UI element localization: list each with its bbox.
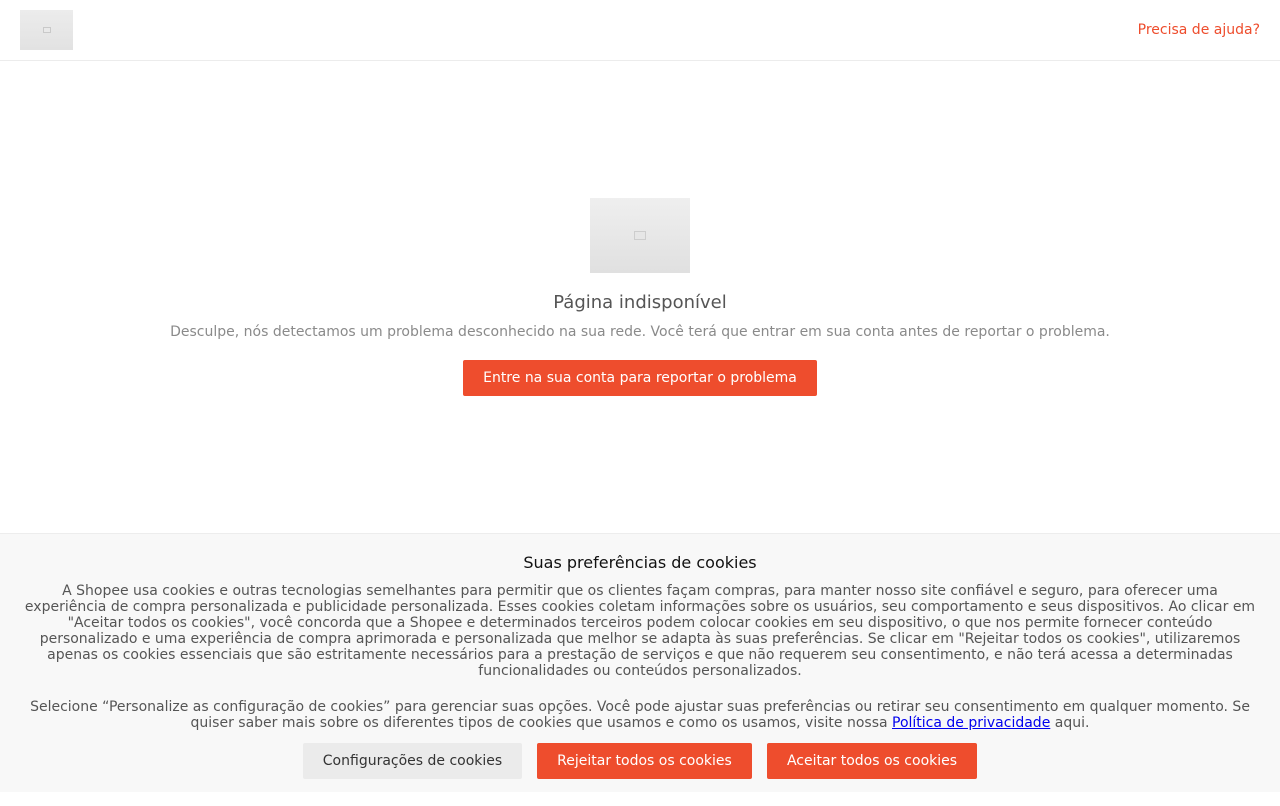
broken-image-icon [634, 231, 646, 240]
cookie-banner-title: Suas preferências de cookies [523, 553, 757, 572]
cookie-settings-button[interactable]: Configurações de cookies [303, 743, 522, 779]
cookie-button-row: Configurações de cookies Rejeitar todos … [0, 743, 1280, 779]
main-content: Página indisponível Desculpe, nós detect… [0, 61, 1280, 533]
cookie-banner-text: A Shopee usa cookies e outras tecnologia… [20, 583, 1260, 731]
broken-image-icon [42, 27, 51, 33]
page-title: Página indisponível [553, 292, 727, 313]
top-header: Precisa de ajuda? [0, 0, 1280, 61]
cookie-paragraph-1: A Shopee usa cookies e outras tecnologia… [24, 583, 1256, 679]
accept-all-cookies-button[interactable]: Aceitar todos os cookies [767, 743, 977, 779]
error-description: Desculpe, nós detectamos um problema des… [170, 324, 1110, 340]
error-illustration [590, 198, 690, 273]
reject-all-cookies-button[interactable]: Rejeitar todos os cookies [537, 743, 752, 779]
shopee-logo[interactable] [20, 10, 73, 50]
privacy-policy-link[interactable]: Política de privacidade [892, 715, 1050, 731]
cookie-banner: Suas preferências de cookies A Shopee us… [0, 533, 1280, 792]
help-link[interactable]: Precisa de ajuda? [1138, 21, 1260, 39]
cookie-paragraph-2: Selecione “Personalize as configuração d… [20, 699, 1260, 731]
cookie-paragraph-2-end: aqui. [1050, 715, 1090, 731]
login-to-report-button[interactable]: Entre na sua conta para reportar o probl… [463, 360, 817, 396]
